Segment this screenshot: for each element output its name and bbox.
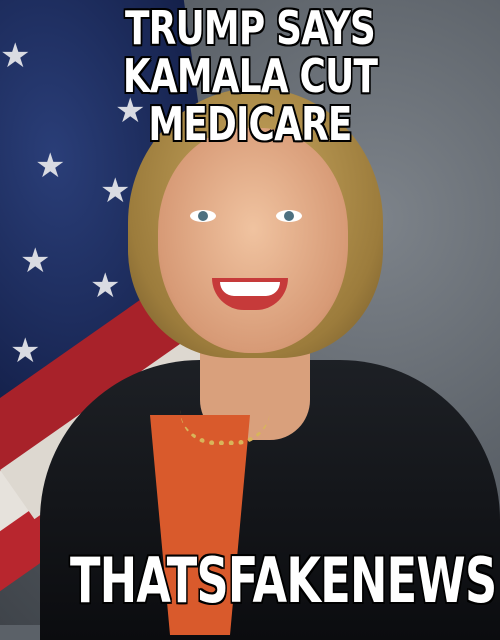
top-text-line-2: KAMALA CUT MEDICARE (122, 49, 378, 151)
left-eye (190, 210, 216, 222)
face (158, 128, 348, 353)
teeth (220, 282, 280, 296)
meme-bottom-text: THATSFAKENEWS (70, 544, 497, 617)
right-eye (276, 210, 302, 222)
top-text-line-1: TRUMP SAYS (125, 1, 376, 55)
meme-top-text: TRUMP SAYS KAMALA CUT MEDICARE (55, 4, 445, 148)
